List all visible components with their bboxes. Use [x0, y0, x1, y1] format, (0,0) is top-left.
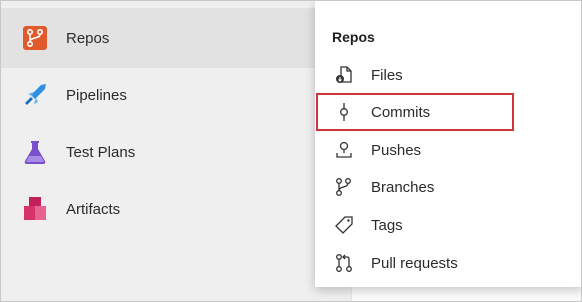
menu-item-tags[interactable]: Tags [317, 208, 579, 242]
menu-item-pushes[interactable]: Pushes [317, 133, 579, 167]
repos-flyout-menu: Repos Files Commits Pushes Branches Tags… [315, 1, 581, 287]
test-plans-icon [24, 141, 46, 164]
artifacts-icon [24, 197, 46, 220]
menu-item-label: Tags [371, 216, 403, 234]
app-frame: Repos Pipelines Test Plans Artifacts Rep… [0, 0, 582, 302]
sidebar-item-label: Artifacts [66, 200, 121, 218]
pipelines-icon [25, 84, 46, 105]
files-icon [336, 66, 352, 83]
menu-item-label: Branches [371, 178, 435, 196]
sidebar-item-test-plans[interactable]: Test Plans [1, 122, 351, 182]
sidebar-item-label: Pipelines [66, 86, 127, 104]
commits-highlight-box [316, 93, 514, 131]
sidebar-item-label: Repos [66, 29, 110, 47]
sidebar-item-pipelines[interactable]: Pipelines [1, 65, 351, 125]
menu-item-label: Files [371, 66, 403, 84]
pushes-icon [336, 141, 352, 158]
menu-item-pull-requests[interactable]: Pull requests [317, 246, 579, 280]
flyout-title: Repos [332, 29, 375, 45]
menu-item-label: Pushes [371, 141, 422, 159]
sidebar-item-artifacts[interactable]: Artifacts [1, 179, 351, 239]
branches-icon [336, 178, 351, 196]
pull-requests-icon [336, 254, 352, 272]
sidebar-item-repos[interactable]: Repos [1, 8, 351, 68]
menu-item-files[interactable]: Files [317, 58, 579, 92]
sidebar-item-label: Test Plans [66, 143, 136, 161]
sidebar: Repos Pipelines Test Plans Artifacts [1, 1, 351, 301]
tag-icon [335, 216, 353, 234]
menu-item-branches[interactable]: Branches [317, 170, 579, 204]
repos-icon [23, 26, 47, 50]
menu-item-label: Pull requests [371, 254, 458, 272]
